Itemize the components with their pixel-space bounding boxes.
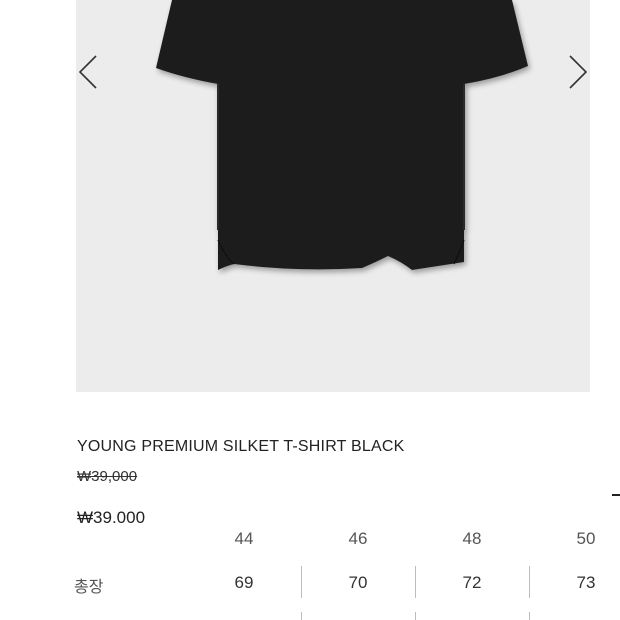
size-header-50: 50 bbox=[576, 529, 596, 548]
size-header-46: 46 bbox=[348, 529, 368, 548]
size-header-48: 48 bbox=[462, 529, 482, 548]
product-title: YOUNG PREMIUM SILKET T-SHIRT BLACK bbox=[77, 438, 405, 455]
product-image-gallery[interactable] bbox=[76, 0, 590, 392]
gallery-next-button[interactable] bbox=[564, 50, 592, 94]
column-divider bbox=[415, 566, 416, 598]
sale-price: ₩39.000 bbox=[77, 508, 146, 527]
size-cell: 73 bbox=[576, 573, 596, 592]
chevron-left-icon bbox=[78, 55, 97, 89]
product-image bbox=[156, 0, 528, 270]
size-header-44: 44 bbox=[234, 529, 254, 548]
column-divider bbox=[529, 612, 530, 620]
row-label-length: 총장 bbox=[74, 579, 104, 596]
chevron-right-icon bbox=[569, 55, 588, 89]
size-cell: 69 bbox=[234, 573, 254, 592]
size-cell: 72 bbox=[462, 573, 482, 592]
edge-divider bbox=[612, 494, 620, 496]
size-cell: 70 bbox=[348, 573, 368, 592]
original-price: ₩39,000 bbox=[77, 468, 138, 485]
column-divider bbox=[415, 612, 416, 620]
column-divider bbox=[301, 612, 302, 620]
gallery-prev-button[interactable] bbox=[74, 50, 102, 94]
column-divider bbox=[301, 566, 302, 598]
product-page: YOUNG PREMIUM SILKET T-SHIRT BLACK ₩39,0… bbox=[0, 0, 620, 620]
column-divider bbox=[529, 566, 530, 598]
